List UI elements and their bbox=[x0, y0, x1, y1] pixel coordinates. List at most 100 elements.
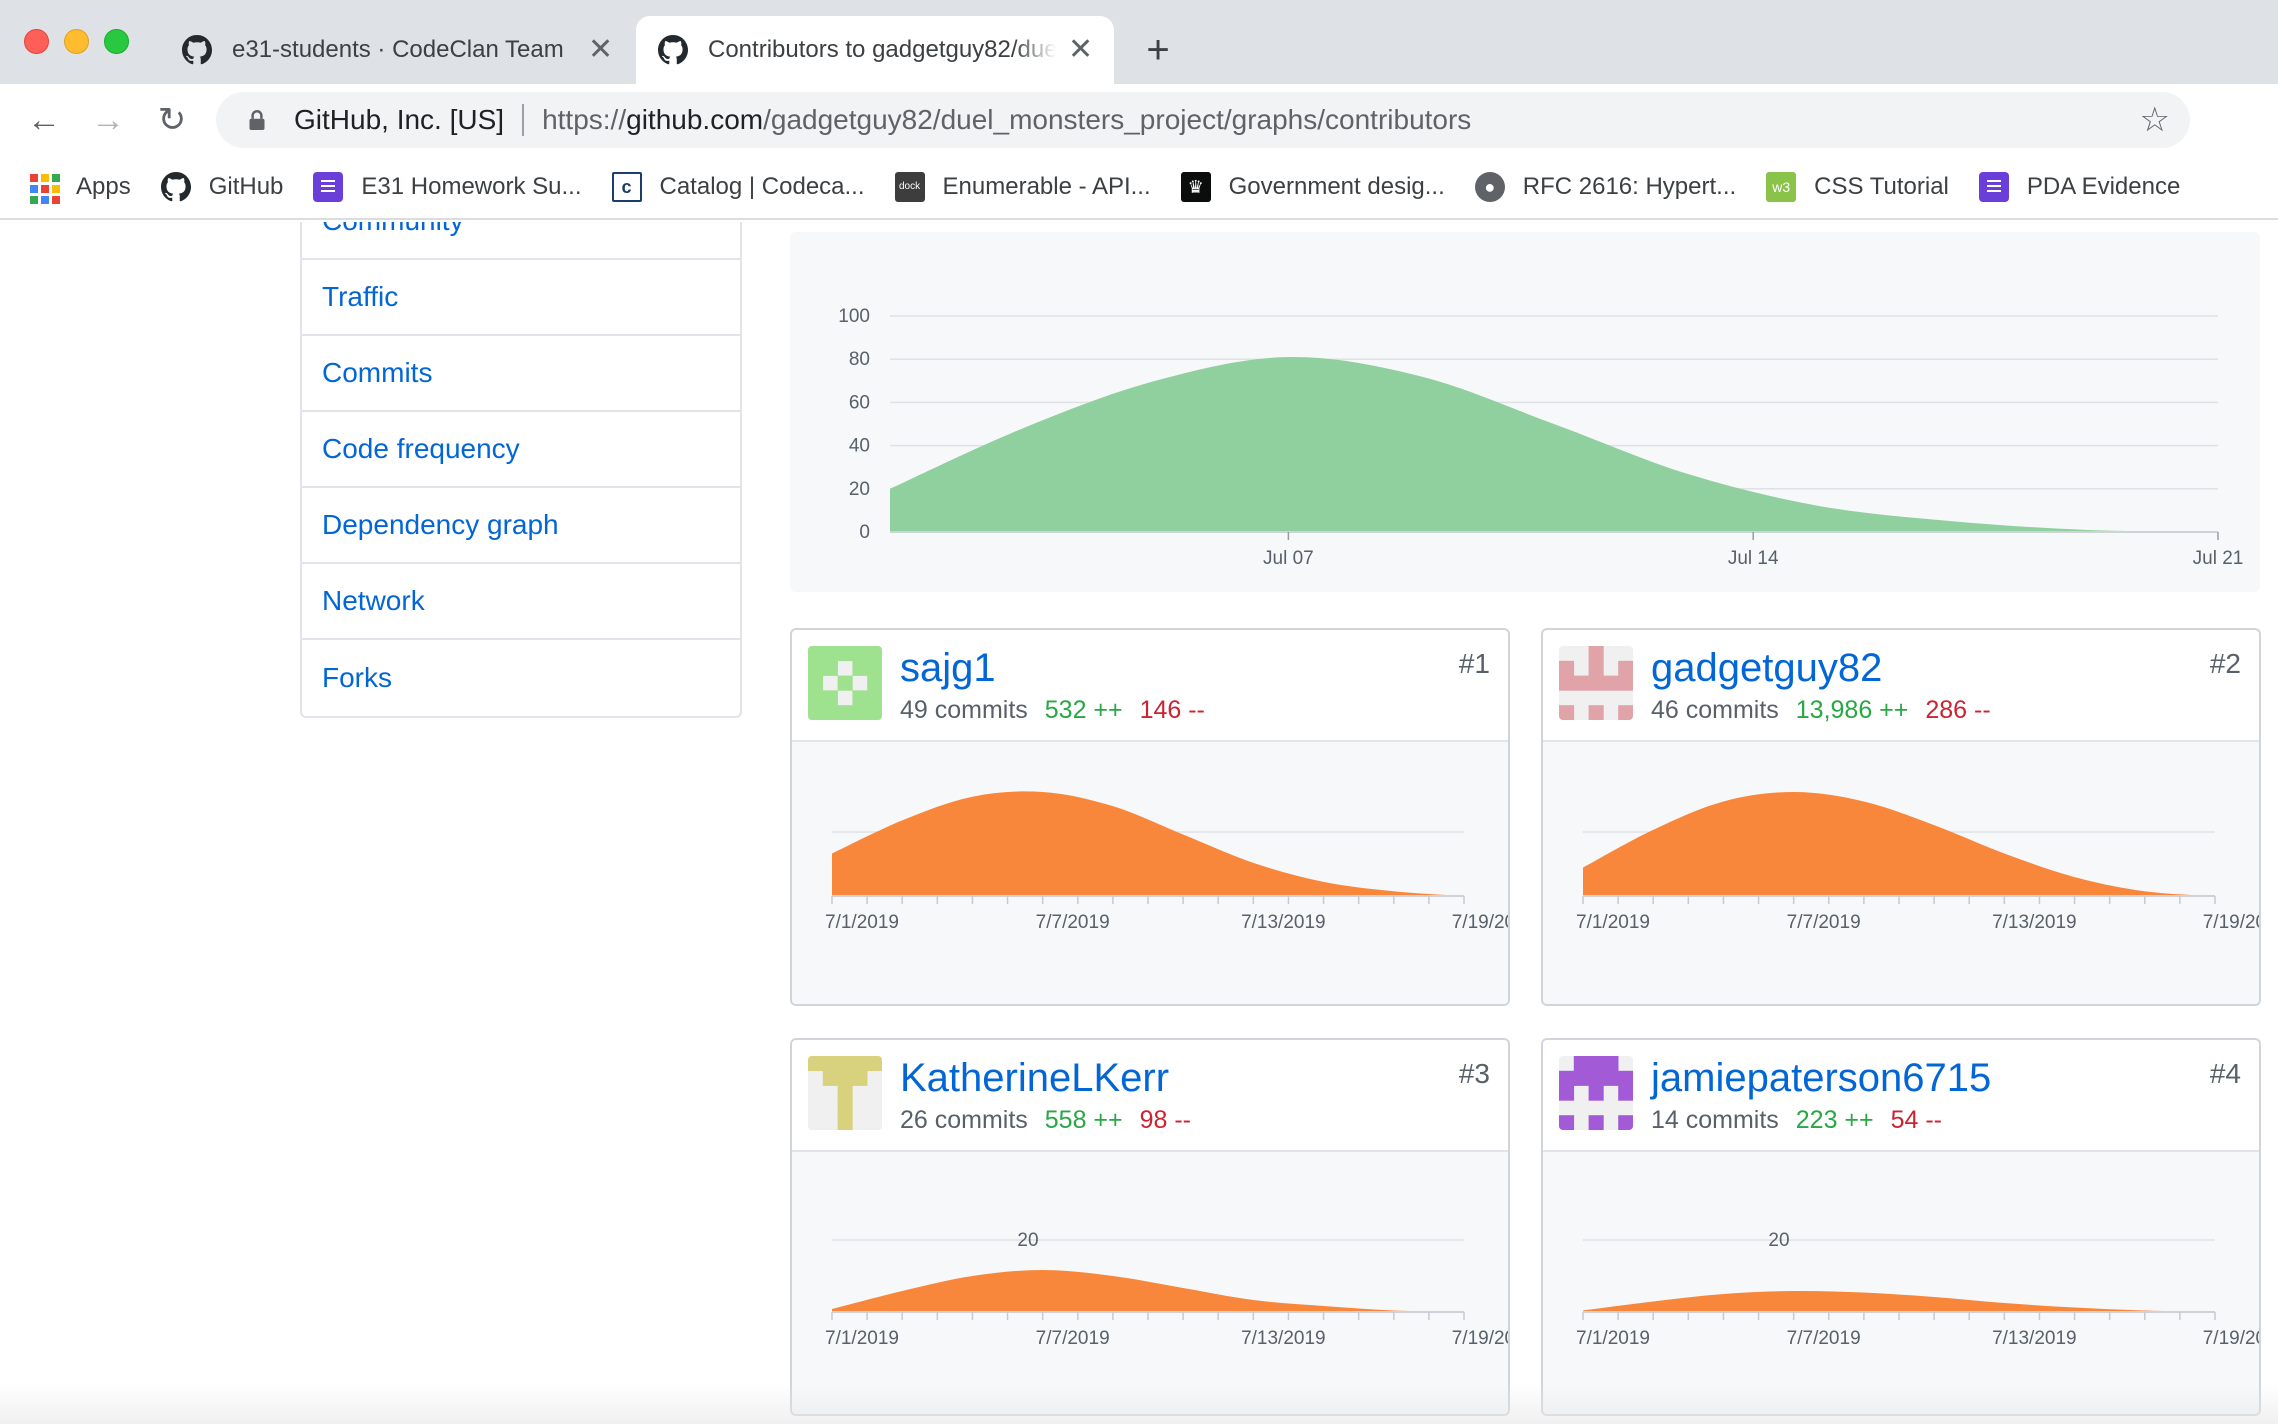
sidebar-item-network[interactable]: Network bbox=[302, 564, 740, 640]
y-tick-label: 0 bbox=[859, 522, 870, 543]
avatar-pixel bbox=[822, 1070, 838, 1086]
x-tick-label: Jul 07 bbox=[1263, 548, 1314, 569]
avatar-pixel bbox=[1588, 675, 1604, 691]
additions-count: 13,986 ++ bbox=[1795, 696, 1909, 724]
w3schools-icon: w3 bbox=[1766, 172, 1797, 202]
contributor-rank: #3 bbox=[1458, 1058, 1490, 1089]
avatar-pixel bbox=[867, 660, 882, 676]
bookmark-label: PDA Evidence bbox=[2026, 173, 2181, 200]
bookmark-label: GitHub bbox=[208, 173, 284, 200]
contributor-chart-svg: 20 7/1/2019 7/7/2019 7/13/2019 7/19/2019 bbox=[1576, 1230, 2259, 1349]
x-tick-label: 7/7/2019 bbox=[1787, 1328, 1861, 1349]
x-tick-label: 7/13/2019 bbox=[1992, 1328, 2077, 1349]
reload-icon[interactable]: ↻ bbox=[152, 100, 192, 140]
x-tick-label: 7/7/2019 bbox=[1036, 912, 1110, 933]
commit-count[interactable]: 46 commits bbox=[1651, 696, 1779, 724]
avatar-pixel bbox=[1559, 1070, 1575, 1086]
scroll-fade bbox=[0, 1384, 2278, 1424]
bookmark-label: Enumerable - API... bbox=[942, 173, 1151, 200]
y-tick-label: 80 bbox=[849, 349, 870, 370]
bookmark-label: Catalog | Codeca... bbox=[659, 173, 865, 200]
back-arrow-icon[interactable]: ← bbox=[24, 100, 64, 140]
avatar-pixel bbox=[1573, 675, 1589, 691]
avatar-pixel bbox=[822, 705, 838, 720]
avatar-pixel bbox=[1603, 675, 1619, 691]
url-host: github.com bbox=[626, 104, 764, 135]
contributor-card: jamiepaterson6715 14 commits 223 ++ 54 -… bbox=[1541, 1038, 2261, 1416]
contributor-chart-area: 20 7/1/2019 7/7/2019 7/13/2019 7/19/2019 bbox=[792, 1152, 1508, 1414]
contributor-rank: #4 bbox=[2209, 1058, 2241, 1089]
x-tick-label: 7/19/2019 bbox=[2203, 912, 2259, 933]
avatar-pixel bbox=[867, 1056, 882, 1072]
contributor-chart-area: 20 7/1/2019 7/7/2019 7/13/2019 7/19/2019 bbox=[1543, 1152, 2259, 1414]
bookmark-css-tutorial[interactable]: w3 CSS Tutorial bbox=[1766, 172, 1949, 202]
url-scheme: https:// bbox=[542, 104, 627, 135]
new-tab-button[interactable]: + bbox=[1140, 26, 1176, 74]
bookmark-enumerable-api[interactable]: dock Enumerable - API... bbox=[894, 172, 1151, 202]
avatar-pixel bbox=[808, 660, 824, 676]
github-icon bbox=[160, 172, 191, 202]
apps-grid-icon bbox=[28, 172, 60, 204]
avatar-pixel bbox=[822, 690, 838, 706]
y-tick-label: 20 bbox=[849, 479, 870, 500]
avatar-pixel bbox=[1588, 705, 1604, 720]
browser-tab-bar: e31-students · CodeClan Team ✕ Contribut… bbox=[0, 0, 2278, 84]
avatar-pixel bbox=[837, 1085, 853, 1101]
avatar-pixel bbox=[1573, 1056, 1589, 1072]
sidebar-item-commits[interactable]: Commits bbox=[302, 336, 740, 412]
sidebar-item-forks[interactable]: Forks bbox=[302, 640, 740, 716]
overview-chart-svg: 0 20 40 60 80 100 Jul 07 Jul 14 Jul 21 bbox=[838, 306, 2243, 569]
commit-count[interactable]: 26 commits bbox=[900, 1106, 1028, 1134]
browser-tab-contributors[interactable]: Contributors to gadgetguy82/duel_monster… bbox=[636, 16, 1114, 84]
x-tick-label: 7/7/2019 bbox=[1036, 1328, 1110, 1349]
avatar[interactable] bbox=[808, 1056, 882, 1130]
bookmark-catalog-codeclan[interactable]: c Catalog | Codeca... bbox=[611, 172, 865, 202]
avatar-pixel bbox=[1559, 675, 1575, 691]
contributor-username-link[interactable]: KatherineLKerr bbox=[900, 1056, 1169, 1101]
avatar-pixel bbox=[852, 646, 868, 662]
contributor-stats: 26 commits 558 ++ 98 -- bbox=[900, 1106, 1191, 1135]
avatar-pixel bbox=[822, 660, 838, 676]
sidebar-item-code-frequency[interactable]: Code frequency bbox=[302, 412, 740, 488]
commit-count[interactable]: 14 commits bbox=[1651, 1106, 1779, 1134]
insights-sidebar-menu: Community Traffic Commits Code frequency… bbox=[300, 222, 742, 718]
contributor-rank: #2 bbox=[2209, 648, 2241, 679]
bookmark-github[interactable]: GitHub bbox=[160, 172, 284, 202]
sidebar-item-community[interactable]: Community bbox=[302, 222, 740, 260]
contributor-username-link[interactable]: sajg1 bbox=[900, 646, 996, 691]
bookmark-apps[interactable]: Apps bbox=[28, 172, 131, 204]
bookmark-rfc-2616[interactable]: ● RFC 2616: Hypert... bbox=[1474, 172, 1737, 202]
address-bar[interactable]: GitHub, Inc. [US] https://github.com/gad… bbox=[216, 92, 2190, 148]
avatar[interactable] bbox=[1559, 1056, 1633, 1130]
contributor-username-link[interactable]: gadgetguy82 bbox=[1651, 646, 1882, 691]
avatar[interactable] bbox=[1559, 646, 1633, 720]
y-tick-label: 20 bbox=[1768, 1230, 1789, 1251]
bookmark-pda-evidence[interactable]: PDA Evidence bbox=[1978, 172, 2181, 202]
y-tick-label: 40 bbox=[849, 436, 870, 457]
avatar-pixel bbox=[867, 675, 882, 691]
commit-count[interactable]: 49 commits bbox=[900, 696, 1028, 724]
globe-icon: ● bbox=[1474, 172, 1505, 202]
browser-tab-codeclan-team[interactable]: e31-students · CodeClan Team ✕ bbox=[160, 16, 634, 84]
bookmarks-bar: Apps GitHub E31 Homework Su... c Catalog… bbox=[0, 156, 2278, 220]
bookmark-label: Government desig... bbox=[1228, 173, 1445, 200]
forward-arrow-icon[interactable]: → bbox=[88, 100, 128, 140]
maximize-window-button[interactable] bbox=[104, 29, 129, 54]
bookmark-star-icon[interactable]: ☆ bbox=[2140, 100, 2170, 140]
minimize-window-button[interactable] bbox=[64, 29, 89, 54]
bookmark-e31-homework[interactable]: E31 Homework Su... bbox=[313, 172, 582, 202]
bookmark-label: RFC 2616: Hypert... bbox=[1522, 173, 1737, 200]
avatar-pixel bbox=[837, 675, 853, 691]
bookmark-government-design[interactable]: ♛ Government desig... bbox=[1180, 172, 1445, 202]
github-icon bbox=[182, 35, 212, 65]
contributor-rank: #1 bbox=[1458, 648, 1490, 679]
close-tab-icon[interactable]: ✕ bbox=[1068, 35, 1093, 65]
omnibox-divider bbox=[522, 104, 525, 136]
contributor-username-link[interactable]: jamiepaterson6715 bbox=[1651, 1056, 1991, 1101]
sidebar-item-dependency-graph[interactable]: Dependency graph bbox=[302, 488, 740, 564]
close-window-button[interactable] bbox=[24, 29, 49, 54]
close-tab-icon[interactable]: ✕ bbox=[588, 35, 613, 65]
avatar[interactable] bbox=[808, 646, 882, 720]
sidebar-item-traffic[interactable]: Traffic bbox=[302, 260, 740, 336]
x-tick-label: Jul 14 bbox=[1728, 548, 1779, 569]
